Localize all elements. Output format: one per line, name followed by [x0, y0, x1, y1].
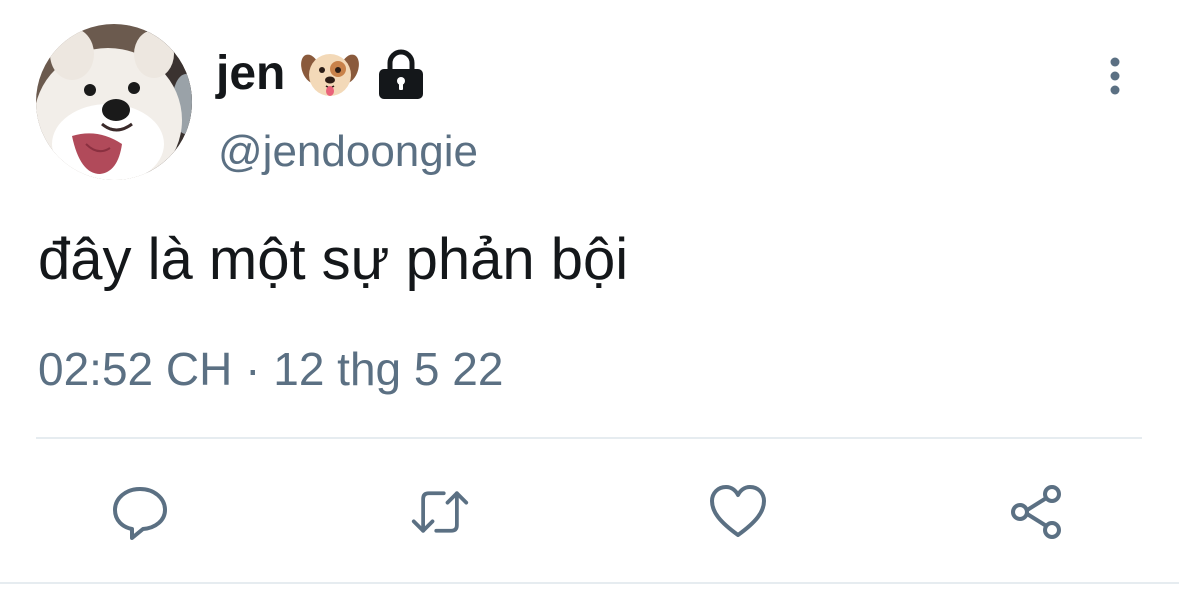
timestamp-separator: ·	[245, 343, 261, 395]
display-name[interactable]: jen	[216, 50, 285, 98]
display-name-row: jen	[216, 44, 427, 104]
tweet-card: jen @jendoongie đây là một sự phản bội 0…	[0, 0, 1179, 603]
divider	[0, 582, 1179, 584]
dog-face-emoji-icon	[301, 49, 360, 99]
more-options-button[interactable]	[1094, 50, 1136, 102]
retweet-button[interactable]	[410, 482, 470, 542]
tweet-timestamp[interactable]: 02:52 CH · 12 thg 5 22	[38, 346, 503, 392]
retweet-icon	[411, 491, 469, 533]
user-handle[interactable]: @jendoongie	[218, 130, 478, 174]
avatar[interactable]	[36, 24, 192, 180]
share-button[interactable]	[1006, 482, 1066, 542]
reply-button[interactable]	[110, 482, 170, 542]
like-button[interactable]	[708, 482, 768, 542]
divider	[36, 437, 1142, 439]
comment-icon	[113, 487, 167, 540]
tweet-date: 12 thg 5 22	[273, 343, 504, 395]
tweet-time: 02:52 CH	[38, 343, 233, 395]
share-icon	[1011, 485, 1061, 539]
lock-icon	[375, 48, 427, 100]
tweet-text: đây là một sự phản bội	[38, 227, 629, 292]
samoyed-dog-avatar	[36, 24, 192, 180]
more-vertical-icon	[1110, 57, 1120, 95]
heart-icon	[710, 485, 766, 537]
